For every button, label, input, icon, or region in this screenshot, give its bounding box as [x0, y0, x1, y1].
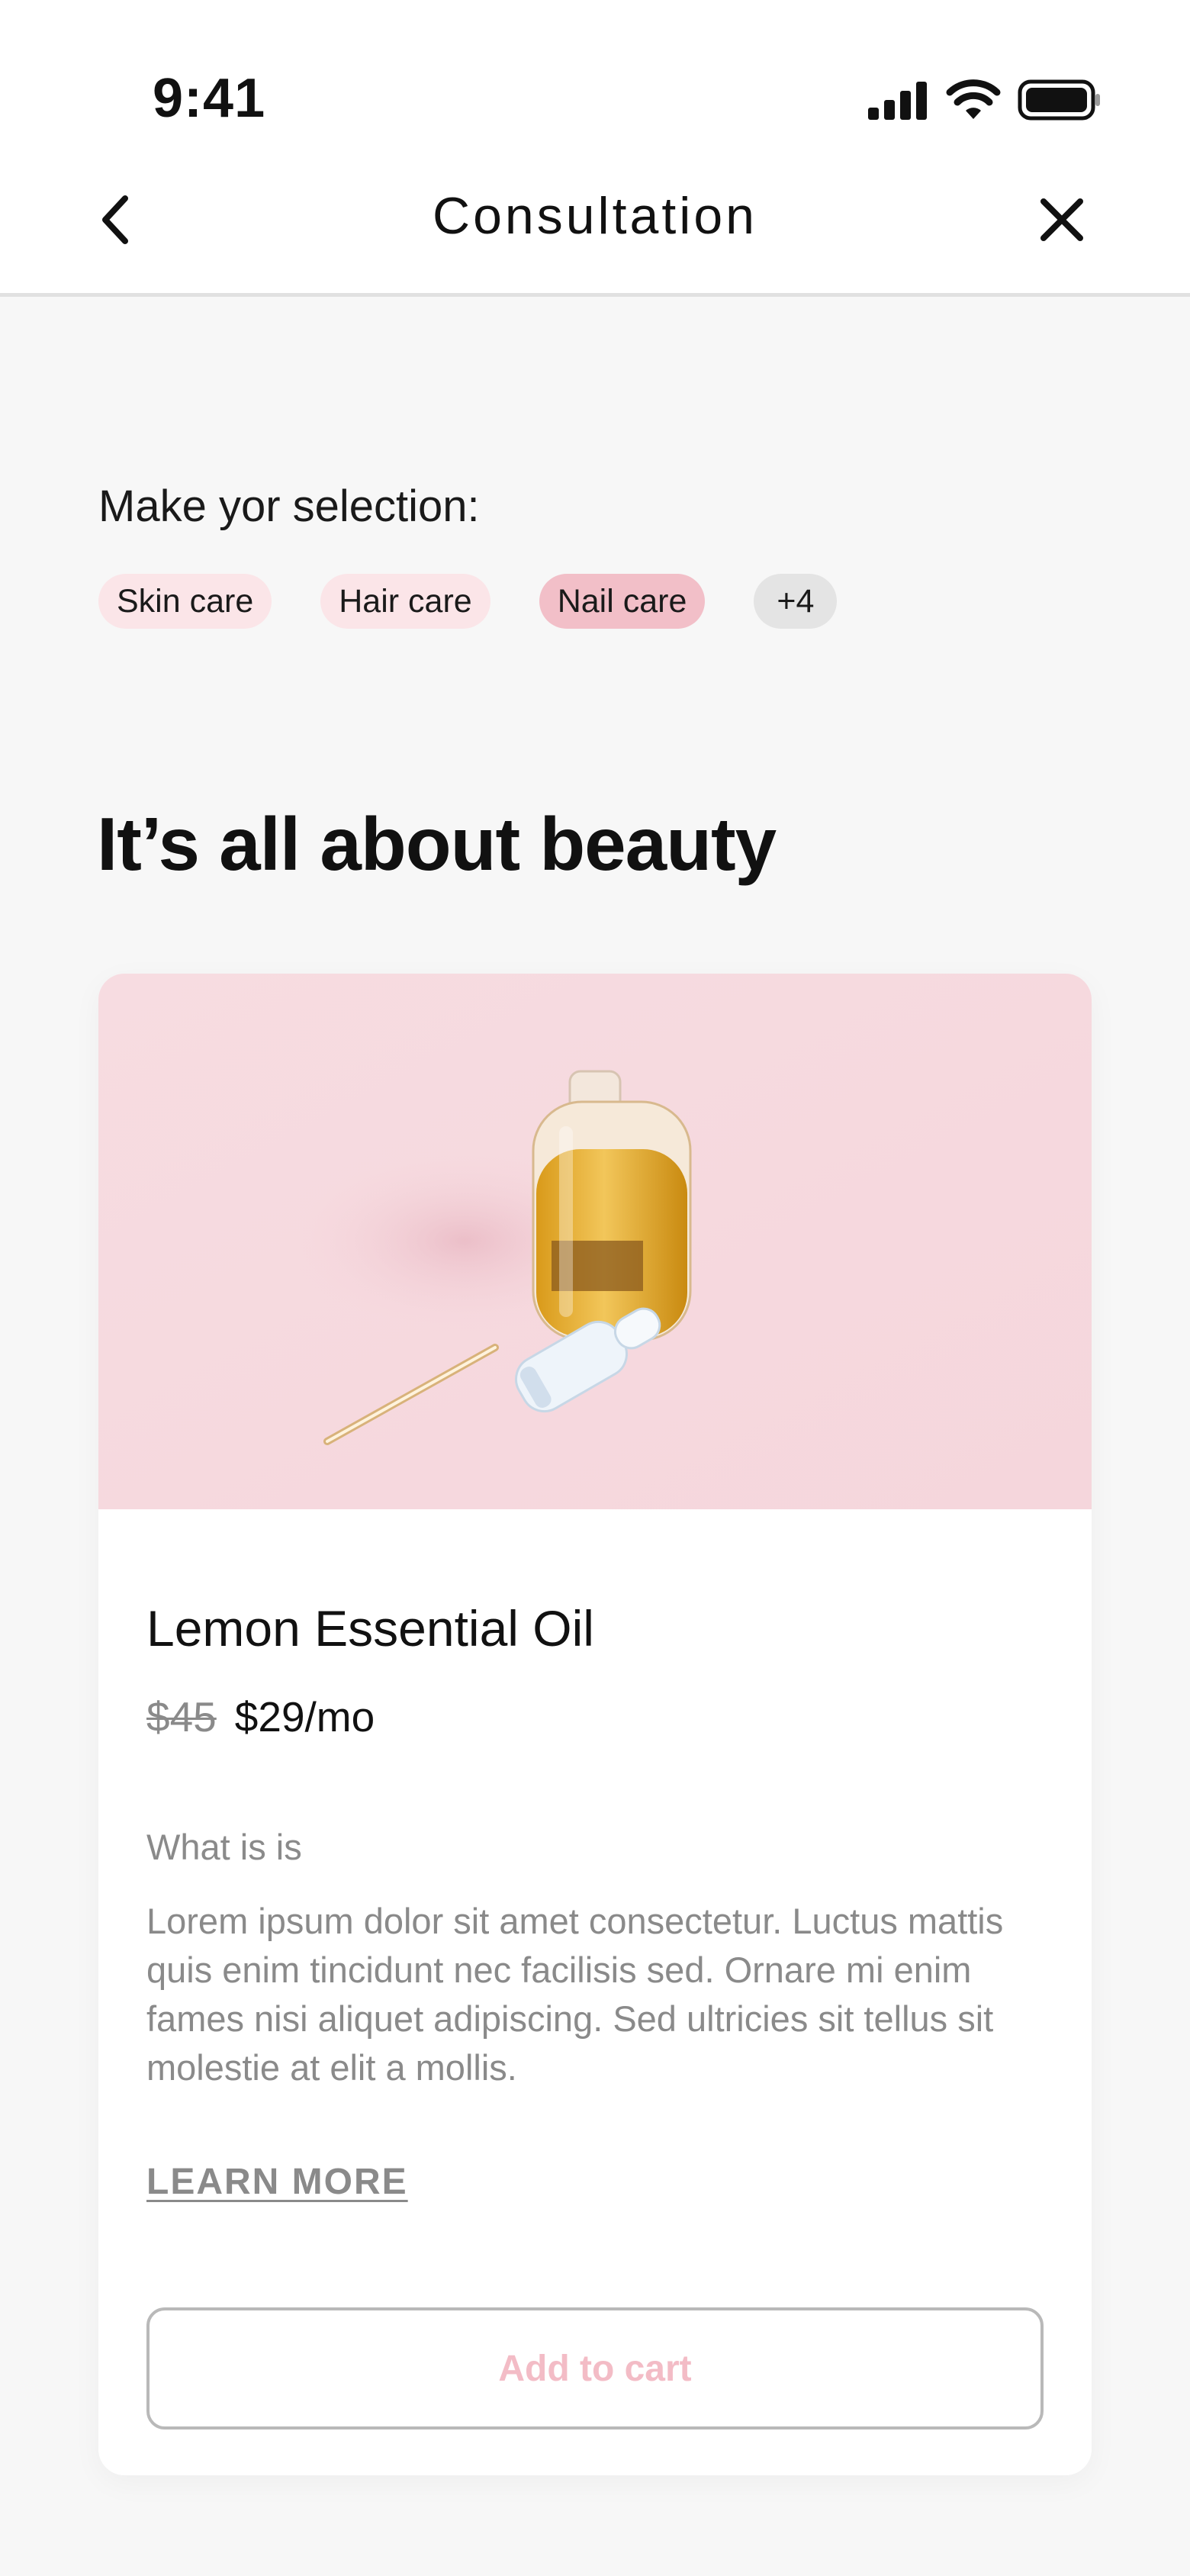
learn-more-link[interactable]: LEARN MORE	[146, 2161, 408, 2203]
description-label: What is is	[146, 1827, 302, 1867]
page-title: Consultation	[432, 187, 758, 245]
signal-icon	[868, 82, 927, 120]
chip-nail-care[interactable]: Nail care	[539, 574, 706, 629]
close-icon	[1040, 198, 1083, 241]
add-to-cart-button[interactable]: Add to cart	[146, 2307, 1044, 2429]
chip-more[interactable]: +4	[754, 574, 838, 629]
product-image	[98, 974, 1092, 1509]
section-headline: It’s all about beauty	[97, 802, 777, 886]
price-current: $29/mo	[234, 1693, 375, 1740]
product-description: Lorem ipsum dolor sit amet consectetur. …	[146, 1901, 1004, 2088]
status-time: 9:41	[153, 68, 266, 129]
wifi-icon	[946, 79, 1001, 119]
price-original: $45	[146, 1693, 217, 1740]
category-chips: Skin care Hair care Nail care +4	[98, 574, 838, 629]
chip-skin-care[interactable]: Skin care	[98, 574, 272, 629]
battery-icon	[1018, 79, 1100, 121]
price-row: $45 $29/mo	[146, 1692, 375, 1741]
selection-prompt: Make yor selection:	[98, 481, 480, 531]
top-bar: 9:41 Consultation	[0, 0, 1190, 297]
chip-hair-care[interactable]: Hair care	[320, 574, 490, 629]
status-icons	[868, 79, 1102, 121]
product-title: Lemon Essential Oil	[146, 1600, 594, 1657]
product-card: Lemon Essential Oil $45 $29/mo What is i…	[98, 974, 1092, 2475]
close-button[interactable]	[1034, 192, 1089, 247]
